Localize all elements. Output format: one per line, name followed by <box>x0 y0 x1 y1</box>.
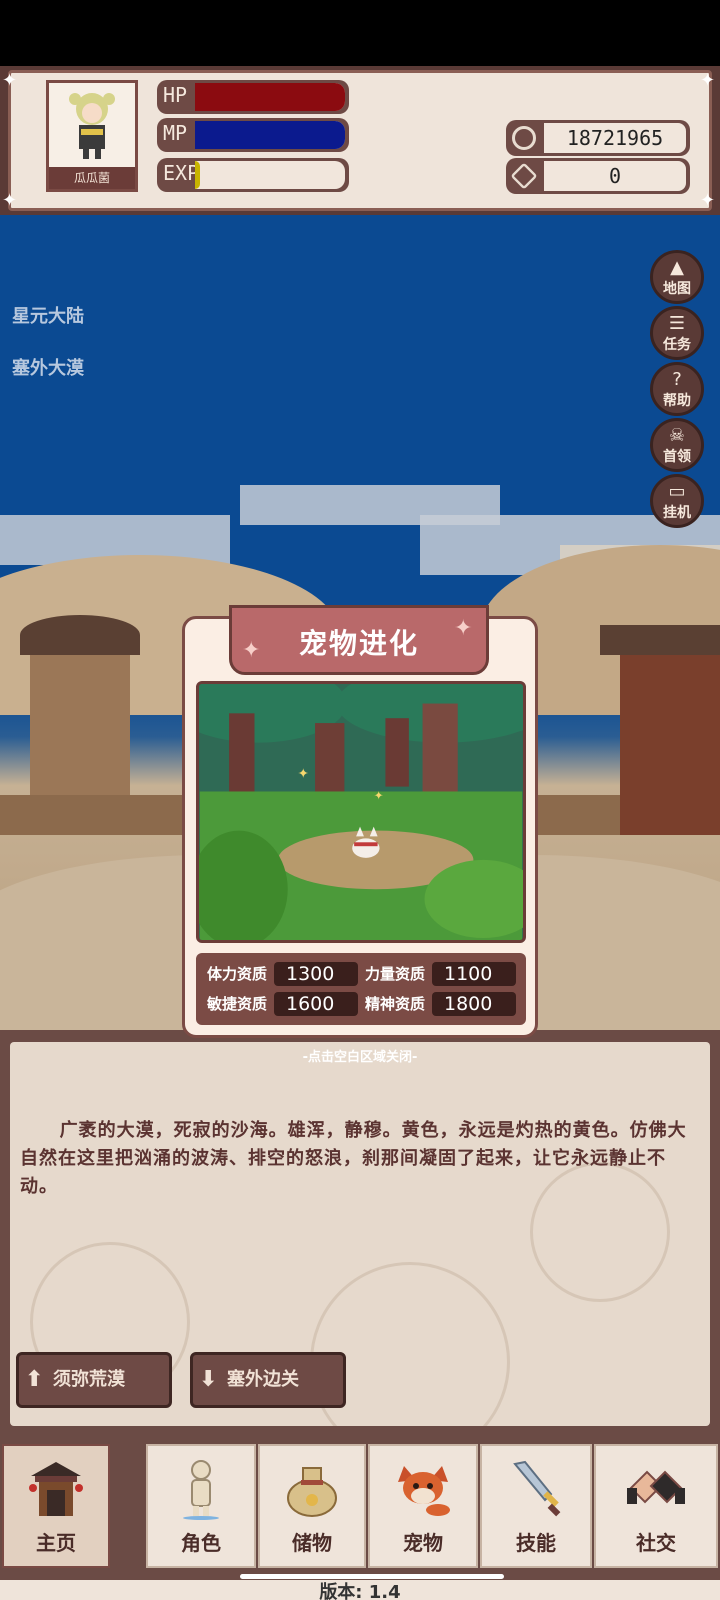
boss-label: 首领 <box>663 449 691 465</box>
dialog-title: 宠物进化 <box>298 627 419 660</box>
area-name: 塞外大漠 <box>12 358 84 379</box>
character-portrait-icon <box>69 93 115 159</box>
tab-home-label: 主页 <box>36 1531 76 1555</box>
tab-pet[interactable]: 宠物 <box>368 1444 478 1568</box>
gem-icon <box>510 162 538 190</box>
exp-track <box>195 161 345 189</box>
exp-bar: EXP <box>157 158 349 192</box>
quest-label: 任务 <box>663 337 691 353</box>
corner-star-icon: ✦ <box>700 190 716 211</box>
question-icon: ? <box>672 369 682 390</box>
boss-button[interactable]: ☠ 首领 <box>650 418 704 472</box>
mp-bar: MP <box>157 118 349 152</box>
stat-name: 敏捷资质 <box>206 995 267 1013</box>
arrow-up-icon: ⬆ <box>25 1367 44 1392</box>
status-bar <box>0 0 720 66</box>
idle-label: 挂机 <box>663 505 691 521</box>
idle-button[interactable]: ▭ 挂机 <box>650 474 704 528</box>
bag-icon <box>287 1467 337 1517</box>
scroll-icon: ☰ <box>668 313 686 334</box>
hp-fill <box>195 83 345 111</box>
hp-bar: HP <box>157 80 349 114</box>
tab-storage[interactable]: 储物 <box>258 1444 366 1568</box>
gem-value: 0 <box>544 161 686 191</box>
handshake-icon <box>627 1470 685 1504</box>
stat-spirit: 精神资质 1800 <box>360 991 520 1017</box>
pet-evolution-dialog[interactable]: ✦ ✦ 宠物进化 ✦ ✦ 体力资质 1300 力量资质 1100 敏捷资质 16… <box>182 605 538 1038</box>
route-button-down[interactable]: ⬇ 塞外边关 <box>190 1352 346 1408</box>
arrow-down-icon: ⬇ <box>199 1367 218 1392</box>
svg-text:✦: ✦ <box>374 788 384 802</box>
gem-counter: 0 <box>506 158 690 194</box>
fox-icon <box>398 1466 450 1516</box>
tab-home[interactable]: 主页 <box>2 1444 110 1568</box>
route-label: 须弥荒漠 <box>53 1369 125 1390</box>
boss-icon: ☠ <box>668 425 686 446</box>
stat-name: 精神资质 <box>364 995 425 1013</box>
corner-star-icon: ✦ <box>700 70 716 91</box>
tab-social-label: 社交 <box>636 1531 676 1555</box>
monitor-icon: ▭ <box>668 481 686 502</box>
stat-name: 体力资质 <box>206 965 267 983</box>
tab-character-label: 角色 <box>181 1531 221 1555</box>
mp-label: MP <box>163 121 188 145</box>
gate-icon <box>29 1462 83 1516</box>
corner-star-icon: ✦ <box>2 190 18 211</box>
route-label: 塞外边关 <box>227 1369 299 1390</box>
area-description: 广袤的大漠，死寂的沙海。雄浑，静穆。黄色，永远是灼热的黄色。仿佛大自然在这里把汹… <box>20 1120 687 1197</box>
dialog-title-banner: ✦ ✦ 宠物进化 <box>229 605 489 675</box>
svg-text:✦: ✦ <box>297 766 308 782</box>
pet-preview: ✦ ✦ <box>196 681 526 943</box>
bottom-nav: 主页 角色 储物 宠物 技能 社交 <box>0 1438 720 1580</box>
stat-value: 1600 <box>274 992 358 1016</box>
tab-storage-label: 储物 <box>292 1531 332 1555</box>
stat-value: 1800 <box>432 992 516 1016</box>
pet-stats: 体力资质 1300 力量资质 1100 敏捷资质 1600 精神资质 1800 <box>196 953 526 1025</box>
coin-value: 18721965 <box>544 123 686 153</box>
map-button[interactable]: ▲ 地图 <box>650 250 704 304</box>
coin-icon <box>512 126 536 150</box>
stat-strength: 力量资质 1100 <box>360 961 520 987</box>
corner-star-icon: ✦ <box>2 70 18 91</box>
stat-agility: 敏捷资质 1600 <box>202 991 358 1017</box>
version-label: 版本: 1.4 <box>0 1580 720 1600</box>
player-name: 瓜瓜菌 <box>49 167 135 189</box>
help-button[interactable]: ? 帮助 <box>650 362 704 416</box>
sword-icon <box>513 1460 561 1517</box>
close-hint: -点击空白区域关闭- <box>302 1050 418 1065</box>
stat-stamina: 体力资质 1300 <box>202 961 358 987</box>
region-name: 星元大陆 <box>12 306 84 327</box>
tab-social[interactable]: 社交 <box>594 1444 718 1568</box>
map-label: 地图 <box>663 281 691 297</box>
stat-value: 1300 <box>274 962 358 986</box>
quest-button[interactable]: ☰ 任务 <box>650 306 704 360</box>
character-icon <box>183 1460 219 1520</box>
tab-pet-label: 宠物 <box>403 1531 443 1555</box>
avatar[interactable]: 瓜瓜菌 <box>46 80 138 192</box>
hp-label: HP <box>163 83 188 107</box>
help-label: 帮助 <box>663 393 691 409</box>
tab-character[interactable]: 角色 <box>146 1444 256 1568</box>
tab-skill[interactable]: 技能 <box>480 1444 592 1568</box>
route-button-up[interactable]: ⬆ 须弥荒漠 <box>16 1352 172 1408</box>
exp-fill <box>195 161 200 189</box>
exp-label: EXP <box>163 161 200 185</box>
coin-counter: 18721965 <box>506 120 690 156</box>
stat-value: 1100 <box>432 962 516 986</box>
mp-fill <box>195 121 345 149</box>
home-indicator[interactable] <box>240 1574 504 1579</box>
stat-name: 力量资质 <box>364 965 425 983</box>
tab-skill-label: 技能 <box>516 1531 556 1555</box>
mountain-icon: ▲ <box>670 257 684 278</box>
